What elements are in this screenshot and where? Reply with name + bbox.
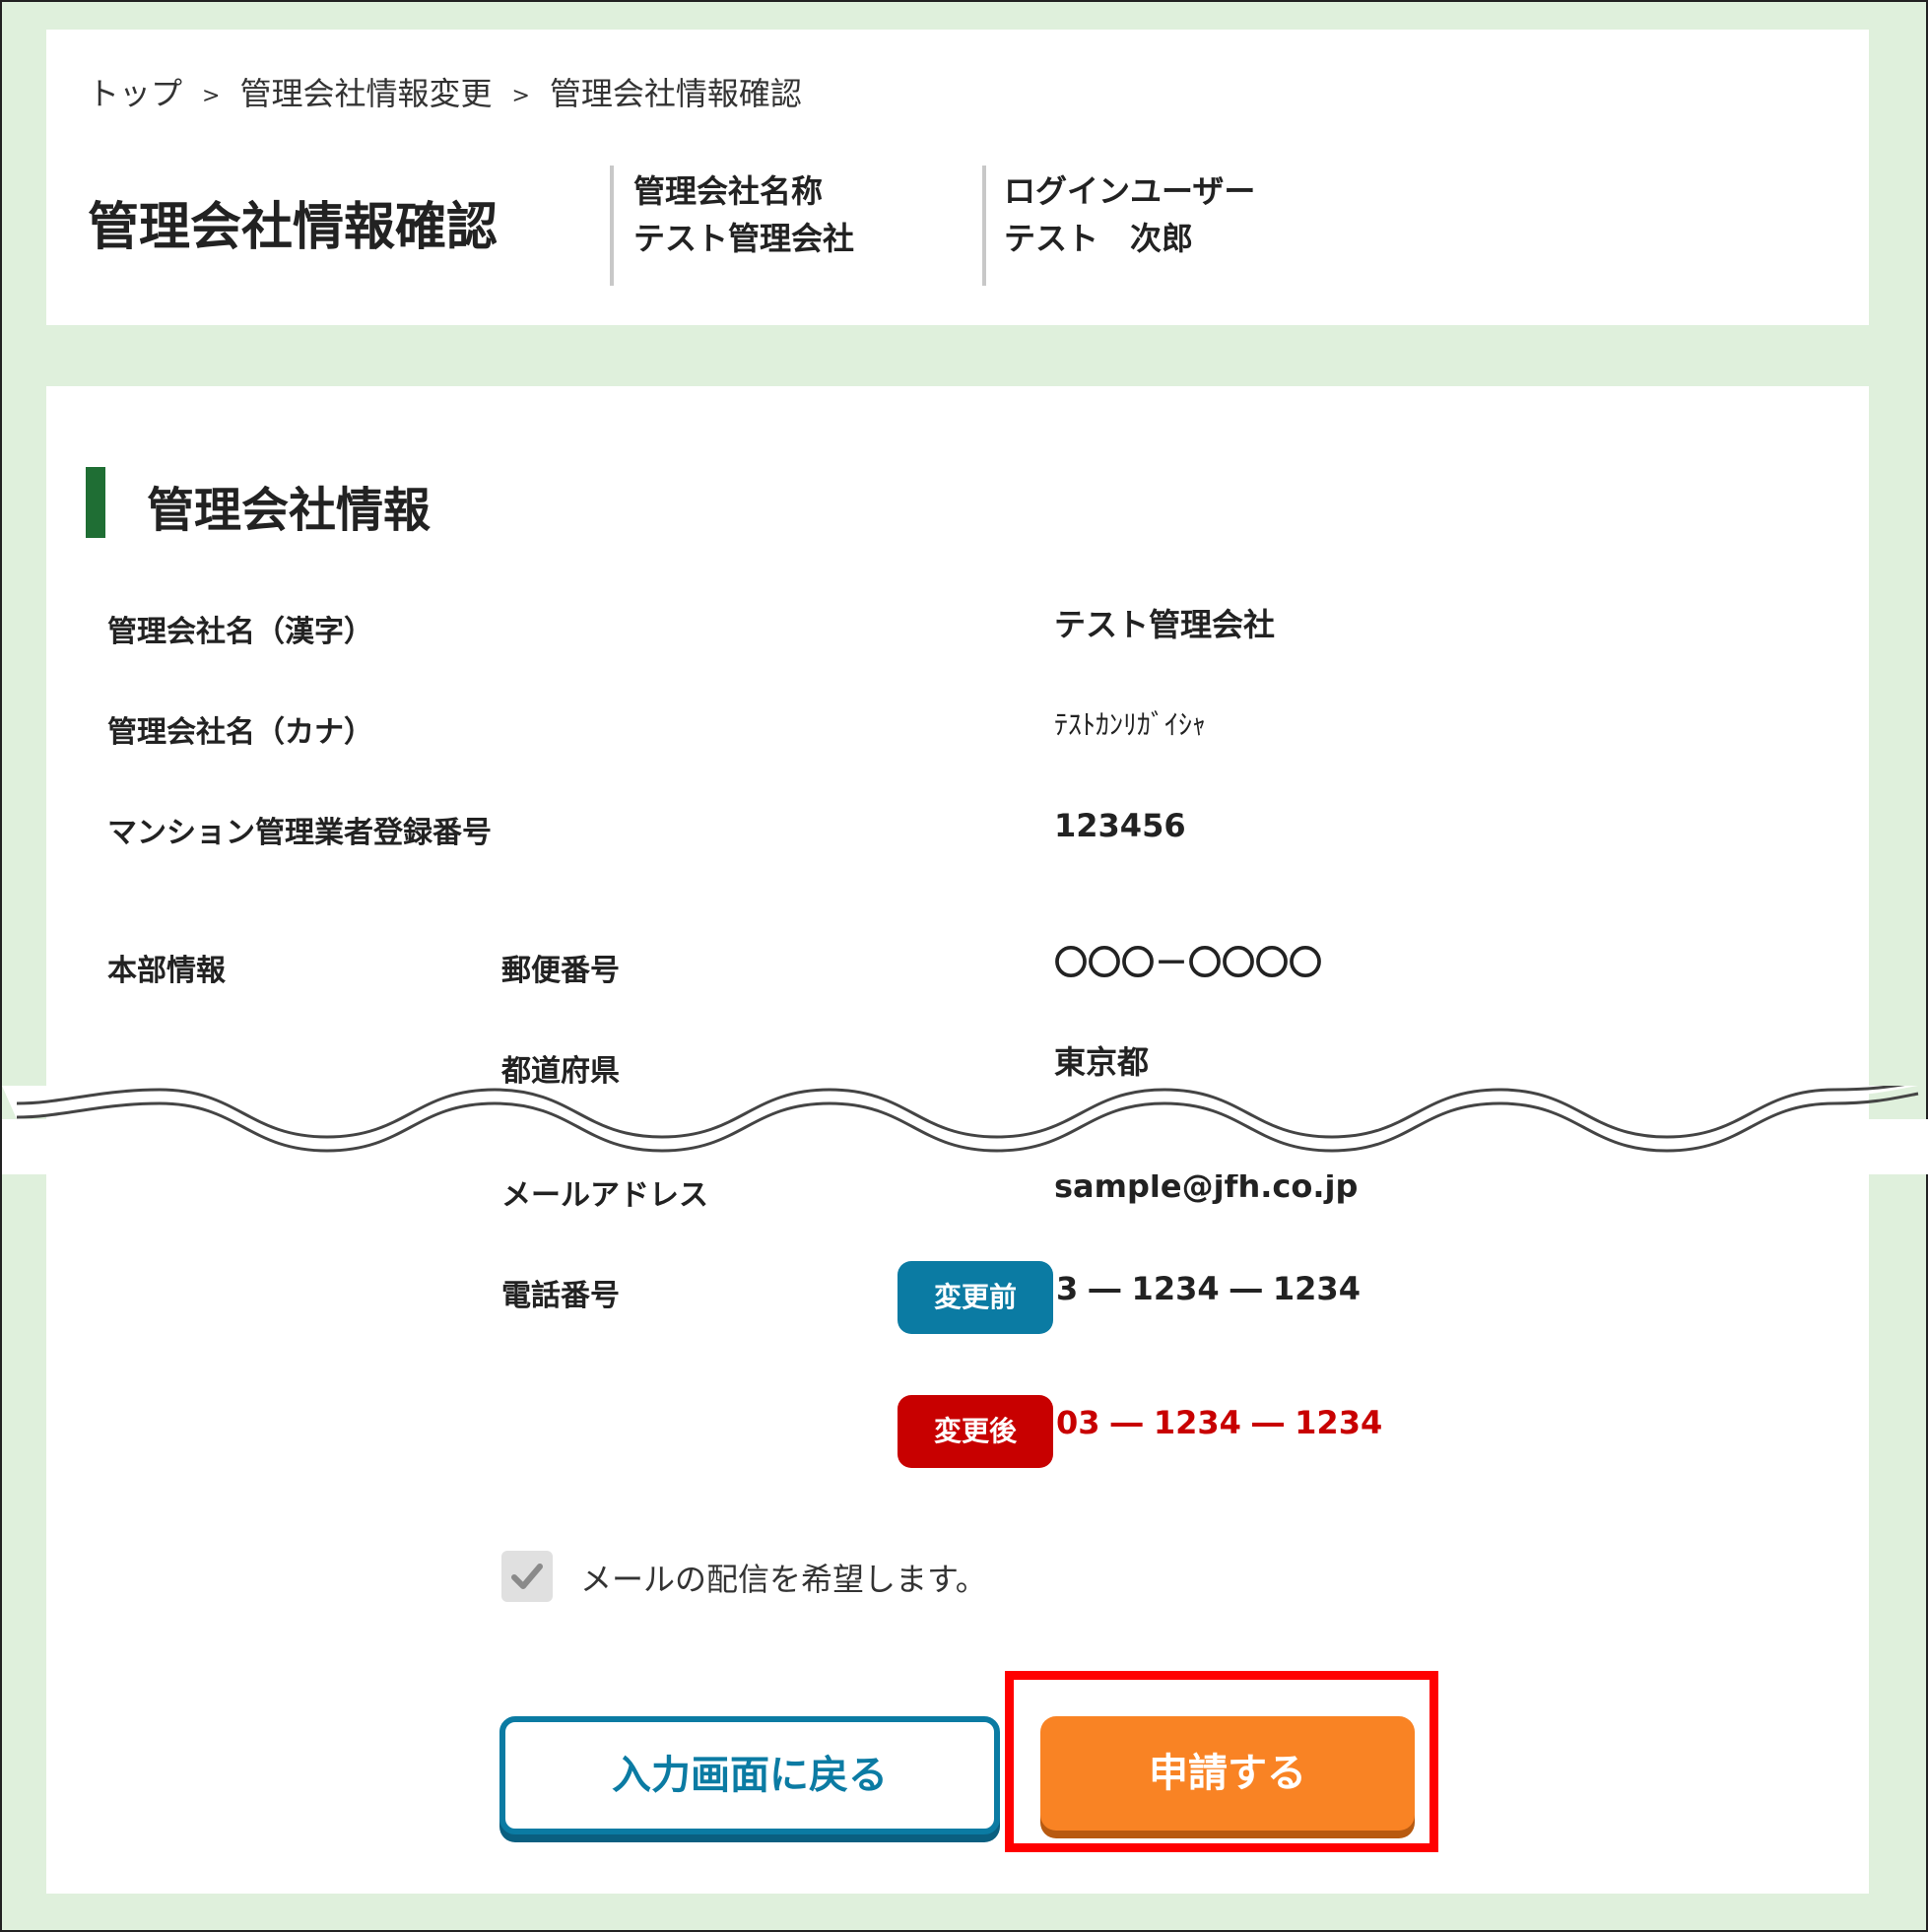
- prefecture-value: 東京都: [1054, 1043, 1150, 1081]
- user-label: ログインユーザー: [1004, 172, 1256, 210]
- company-info: 管理会社名称 テスト管理会社: [633, 167, 854, 262]
- header-card: トップ > 管理会社情報変更 > 管理会社情報確認 管理会社情報確認 管理会社名…: [46, 30, 1869, 325]
- breadcrumb-separator: >: [202, 83, 221, 108]
- company-label: 管理会社名称: [633, 172, 824, 210]
- postal-label: 郵便番号: [501, 954, 620, 988]
- email-label: メールアドレス: [501, 1178, 708, 1213]
- phone-after-value: 03 ― 1234 ― 1234: [1056, 1404, 1383, 1441]
- before-change-badge: 変更前: [898, 1261, 1053, 1334]
- company-kana-label: 管理会社名（カナ）: [107, 715, 373, 750]
- user-value: テスト 次郎: [1004, 220, 1194, 257]
- breadcrumb-top[interactable]: トップ: [88, 69, 182, 114]
- breadcrumb-change[interactable]: 管理会社情報変更: [239, 69, 492, 114]
- company-kanji-value: テスト管理会社: [1054, 606, 1276, 643]
- header-divider: [610, 166, 614, 286]
- back-to-input-button[interactable]: 入力画面に戻る: [499, 1716, 1000, 1834]
- postal-value: 〇〇〇－〇〇〇〇: [1054, 944, 1322, 983]
- mail-opt-in-label: メールの配信を希望します。: [580, 1561, 987, 1598]
- breadcrumb-separator: >: [511, 83, 530, 108]
- check-icon: [511, 1564, 543, 1589]
- page-frame: トップ > 管理会社情報変更 > 管理会社情報確認 管理会社情報確認 管理会社名…: [0, 0, 1928, 1932]
- page-title: 管理会社情報確認: [88, 198, 499, 257]
- hq-label: 本部情報: [107, 954, 226, 988]
- company-kanji-label: 管理会社名（漢字）: [107, 615, 373, 649]
- phone-before-value: 3 ― 1234 ― 1234: [1056, 1270, 1361, 1307]
- mail-opt-in-checkbox[interactable]: [501, 1551, 553, 1602]
- breadcrumb-current: 管理会社情報確認: [549, 75, 802, 112]
- phone-label: 電話番号: [501, 1279, 620, 1313]
- reg-number-label: マンション管理業者登録番号: [107, 816, 492, 850]
- breadcrumb: トップ > 管理会社情報変更 > 管理会社情報確認: [88, 69, 802, 114]
- company-kana-value: ﾃｽﾄｶﾝﾘｶﾞｲｼｬ: [1054, 708, 1207, 741]
- apply-highlight-box: [1005, 1671, 1438, 1852]
- user-info: ログインユーザー テスト 次郎: [1004, 167, 1255, 262]
- section-accent-bar: [86, 467, 105, 538]
- header-divider: [982, 166, 986, 286]
- company-value: テスト管理会社: [633, 220, 855, 257]
- after-change-badge: 変更後: [898, 1395, 1053, 1468]
- reg-number-value: 123456: [1054, 807, 1186, 844]
- wave-separator: [2, 1086, 1928, 1174]
- section-title: 管理会社情報: [147, 483, 432, 538]
